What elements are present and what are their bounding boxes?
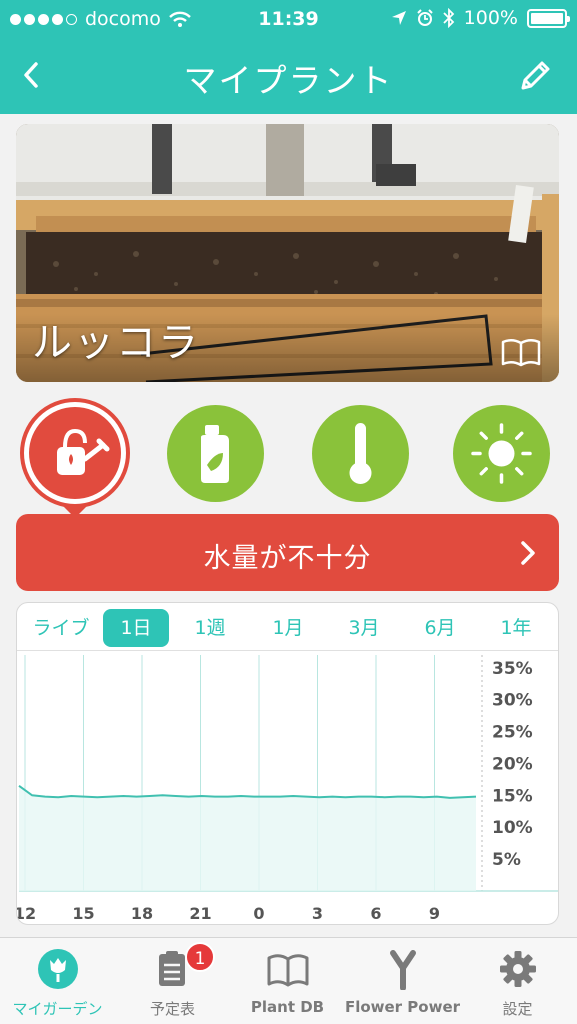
x-tick-label: 12 (17, 904, 36, 923)
page-title: マイプラント (183, 61, 394, 100)
series-area (19, 785, 476, 891)
tabbar-schedule[interactable]: 1 予定表 (115, 938, 230, 1024)
tab-bar: マイガーデン 1 予定表 Plant DB Flower Power 設定 (0, 937, 577, 1024)
y-tick-label: 25% (492, 723, 533, 743)
flower-power-sensor-icon (390, 950, 416, 990)
tabbar-settings[interactable]: 設定 (460, 938, 575, 1024)
sun-icon (471, 423, 532, 484)
x-tick-label: 18 (131, 904, 153, 923)
chevron-right-icon (521, 541, 535, 565)
moisture-chart-card: ライブ 1日 1週 1月 3月 6月 1年 12 15 18 21 0 3 6 9 35% 30%… (16, 602, 559, 925)
tab-1day[interactable]: 1日 (103, 609, 169, 647)
tab-live[interactable]: ライブ (21, 609, 101, 647)
range-tabs: ライブ 1日 1週 1月 3月 6月 1年 (17, 603, 558, 651)
x-tick-label: 0 (253, 904, 264, 923)
schedule-badge: 1 (185, 942, 215, 972)
x-tick-label: 3 (312, 904, 323, 923)
thermometer-icon (349, 423, 372, 484)
pencil-icon[interactable] (515, 56, 555, 96)
x-tick-label: 15 (72, 904, 94, 923)
tabbar-label: 設定 (502, 1000, 533, 1018)
light-sensor-button[interactable] (453, 405, 550, 502)
top-bar: docomo 11:39 100% マイプラント (0, 0, 577, 114)
y-tick-label: 30% (492, 691, 533, 711)
plant-name: ルッコラ (32, 320, 200, 366)
book-icon[interactable] (501, 336, 541, 368)
flower-icon (38, 949, 78, 989)
fertilizer-sensor-button[interactable] (167, 405, 264, 502)
tab-1week[interactable]: 1週 (177, 609, 243, 647)
y-tick-label: 10% (492, 818, 533, 838)
moisture-chart: 12 15 18 21 0 3 6 9 35% 30% 25% 20% 15% 10% 5% (17, 655, 558, 923)
fertilizer-bottle-icon (201, 425, 229, 483)
water-sensor-button[interactable] (20, 398, 130, 508)
y-tick-label: 15% (492, 786, 533, 806)
tab-6month[interactable]: 6月 (407, 609, 473, 647)
status-right: 100% (391, 7, 570, 29)
bluetooth-icon (443, 8, 454, 28)
back-chevron-icon[interactable] (16, 52, 50, 98)
x-tick-label: 21 (189, 904, 211, 923)
plant-photo[interactable]: ルッコラ (16, 124, 559, 382)
x-tick-label: 6 (370, 904, 381, 923)
tab-3month[interactable]: 3月 (331, 609, 397, 647)
gear-icon (500, 951, 536, 987)
y-tick-label: 35% (492, 659, 533, 679)
tabbar-plant-db[interactable]: Plant DB (230, 938, 345, 1024)
battery-icon (527, 8, 570, 28)
battery-percent: 100% (463, 7, 518, 29)
tab-1year[interactable]: 1年 (483, 609, 549, 647)
tabbar-flower-power[interactable]: Flower Power (345, 938, 460, 1024)
location-arrow-icon (391, 11, 406, 25)
tabbar-my-garden[interactable]: マイガーデン (0, 938, 115, 1024)
x-tick-label: 9 (429, 904, 440, 923)
alert-text: 水量が不十分 (203, 543, 372, 574)
status-bar: docomo 11:39 100% (0, 0, 577, 38)
alarm-icon (416, 9, 433, 26)
book-icon (267, 954, 309, 987)
y-tick-label: 20% (492, 754, 533, 774)
temperature-sensor-button[interactable] (312, 405, 409, 502)
water-alert-banner[interactable]: 水量が不十分 (16, 514, 559, 591)
tab-1month[interactable]: 1月 (255, 609, 321, 647)
y-tick-label: 5% (492, 850, 521, 870)
watering-can-icon (57, 428, 110, 475)
